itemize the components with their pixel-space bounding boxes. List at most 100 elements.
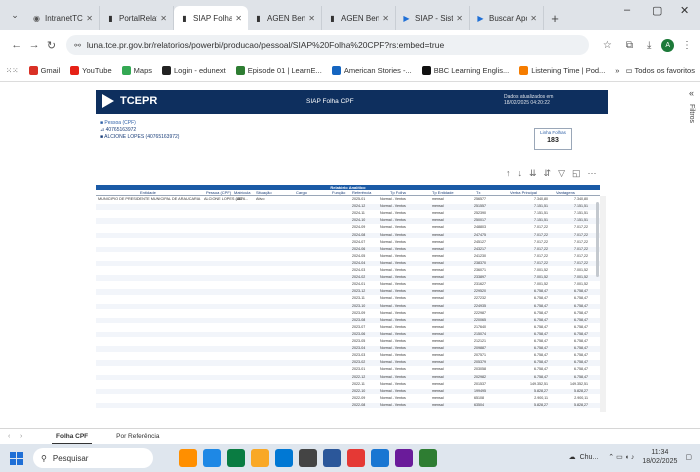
table-row[interactable]: 2024-08 Normal - Ventos mensal 247475 7.017,… xyxy=(96,232,600,239)
table-row[interactable]: 2023-02 Normal - Ventos mensal 205379 6.758,… xyxy=(96,360,600,366)
table-row[interactable]: 2024-01 Normal - Ventos mensal 231627 7.001,… xyxy=(96,282,600,288)
taskbar-app-icon[interactable] xyxy=(395,449,413,467)
table-row[interactable]: 2023-04 Normal - Ventos mensal 209887 6.758,… xyxy=(96,346,600,352)
taskbar-app-icon[interactable] xyxy=(419,449,437,467)
menu-icon[interactable]: ⋮ xyxy=(682,40,692,51)
browser-tab[interactable]: ▶ Buscar Aposent✕ xyxy=(470,6,544,30)
table-row[interactable]: 2022-10 Normal - Ventos mensal 199495 5.828,… xyxy=(96,388,600,395)
prev-page-icon[interactable]: ‹ xyxy=(8,433,20,440)
taskbar-app-icon[interactable] xyxy=(227,449,245,467)
col-tipo-entidade[interactable]: Tp Entidade xyxy=(432,190,454,195)
taskbar-app-icon[interactable] xyxy=(179,449,197,467)
focus-mode-icon[interactable]: ◱ xyxy=(572,168,581,179)
browser-tab[interactable]: ▶ SIAP - Sistema✕ xyxy=(396,6,470,30)
bookmarks-folder-icon[interactable]: ▭ Todos os favoritos xyxy=(625,66,695,75)
close-tab-icon[interactable]: ✕ xyxy=(530,14,537,23)
new-tab-button[interactable]: + xyxy=(544,6,566,30)
table-row[interactable]: 2023-05 Normal - Ventos mensal 212121 6.758,… xyxy=(96,339,600,345)
bookmark-item[interactable]: Gmail xyxy=(28,66,60,75)
col-verba[interactable]: Verba Principal xyxy=(510,190,537,195)
browser-tab[interactable]: ▮ PortalRelatório✕ xyxy=(100,6,174,30)
weather-icon[interactable]: ☁ xyxy=(569,453,576,461)
reload-icon[interactable]: ↻ xyxy=(43,39,60,52)
bookmark-item[interactable]: Login - edunext xyxy=(162,66,226,75)
taskbar-app-icon[interactable] xyxy=(323,449,341,467)
apps-grid-icon[interactable]: ⁙⁙ xyxy=(6,66,19,75)
expand-filters-icon[interactable]: « xyxy=(689,88,700,98)
bookmarks-more-icon[interactable]: » xyxy=(615,66,619,75)
col-referencia[interactable]: Referência xyxy=(352,190,371,195)
maximize-icon[interactable]: ▢ xyxy=(652,4,662,17)
person-filter-slicer[interactable]: ■ Pessoa (CPF) ⊿ 40765163972 ■ ALCIONE L… xyxy=(100,120,240,141)
table-row[interactable]: 2023-08 Normal - Ventos mensal 220065 6.758,… xyxy=(96,317,600,324)
col-matricula[interactable]: Matrícula xyxy=(234,190,250,195)
browser-tab[interactable]: ▮ AGEN Benefício✕ xyxy=(248,6,322,30)
taskbar-app-icon[interactable] xyxy=(275,449,293,467)
table-row[interactable]: 2024-02 Normal - Ventos mensal 233897 7.001,… xyxy=(96,275,600,281)
browser-tab[interactable]: ▮ AGEN Benefício✕ xyxy=(322,6,396,30)
table-row[interactable]: 2023-11 Normal - Ventos mensal 227232 6.758,… xyxy=(96,296,600,302)
more-options-icon[interactable]: ⋯ xyxy=(588,168,597,179)
next-page-icon[interactable]: › xyxy=(20,433,32,440)
taskbar-app-icon[interactable] xyxy=(203,449,221,467)
browser-tab[interactable]: ◉ IntranetTC ✕ xyxy=(26,6,100,30)
tab-search-icon[interactable]: ⌄ xyxy=(4,4,26,26)
cpf-filter-value[interactable]: ⊿ 40765163972 xyxy=(100,127,240,134)
name-filter-value[interactable]: ■ ALCIONE LOPES (40765163972) xyxy=(100,134,240,141)
taskbar-search[interactable]: ⚲ Pesquisar xyxy=(33,448,153,468)
table-row[interactable]: 2023-10 Normal - Ventos mensal 224935 6.758,… xyxy=(96,303,600,310)
table-row[interactable]: 2024-09 Normal - Ventos mensal 248803 7.017,… xyxy=(96,225,600,231)
page-tab-folha-cpf[interactable]: Folha CPF xyxy=(52,429,93,445)
col-tipo-folha[interactable]: Tp Folha xyxy=(390,190,406,195)
bookmark-item[interactable]: Listening Time | Pod... xyxy=(519,66,605,75)
col-entidade[interactable]: Entidade xyxy=(140,190,156,195)
close-tab-icon[interactable]: ✕ xyxy=(382,14,389,23)
table-row[interactable]: 2022-09 Normal - Ventos mensal 65108 2.900,1… xyxy=(96,396,600,402)
taskbar-app-icon[interactable] xyxy=(347,449,365,467)
filter-icon[interactable]: ▽ xyxy=(558,168,565,179)
taskbar-app-icon[interactable] xyxy=(299,449,317,467)
url-field[interactable]: ⚯ luna.tce.pr.gov.br/relatorios/powerbi/… xyxy=(66,35,589,55)
bookmark-star-icon[interactable]: ☆ xyxy=(603,40,612,51)
drill-down-icon[interactable]: ⇊ xyxy=(529,168,537,179)
close-tab-icon[interactable]: ✕ xyxy=(86,14,93,23)
tray-icons[interactable]: ⌃ ▭ ◖ ♪ xyxy=(608,453,634,461)
bookmark-item[interactable]: Episode 01 | LearnE... xyxy=(235,66,322,75)
taskbar-app-icon[interactable] xyxy=(371,449,389,467)
sort-up-icon[interactable]: ↑ xyxy=(506,168,511,179)
table-row[interactable]: 2024-05 Normal - Ventos mensal 241230 7.017,… xyxy=(96,254,600,260)
col-funcao[interactable]: Função xyxy=(332,190,345,195)
clock[interactable]: 11:34 18/02/2025 xyxy=(642,448,677,466)
notifications-icon[interactable]: ▢ xyxy=(685,453,692,461)
bookmark-item[interactable]: Maps xyxy=(121,66,152,75)
col-pessoa[interactable]: Pessoa (CPF) xyxy=(206,190,231,195)
bookmark-item[interactable]: American Stories -... xyxy=(331,66,412,75)
table-row[interactable]: 2023-09 Normal - Ventos mensal 222987 6.758,… xyxy=(96,311,600,317)
table-row[interactable]: 2023-12 Normal - Ventos mensal 229520 6.758,… xyxy=(96,289,600,295)
table-row[interactable]: 2024-07 Normal - Ventos mensal 245127 7.017,… xyxy=(96,240,600,246)
bookmark-item[interactable]: YouTube xyxy=(70,66,112,75)
weather-label[interactable]: Chu... xyxy=(580,454,599,461)
bookmark-item[interactable]: BBC Learning Englis... xyxy=(421,66,509,75)
table-scrollbar[interactable] xyxy=(596,202,599,277)
table-row[interactable]: 2024-03 Normal - Ventos mensal 236071 7.001,… xyxy=(96,268,600,274)
table-row[interactable]: 2024-12 Normal - Ventos mensal 251557 7.151,… xyxy=(96,204,600,210)
site-info-icon[interactable]: ⚯ xyxy=(74,41,81,50)
close-tab-icon[interactable]: ✕ xyxy=(235,14,242,23)
table-row[interactable]: 2023-01 Normal - Ventos mensal 203058 6.758,… xyxy=(96,367,600,373)
col-vantagens[interactable]: Vantagens xyxy=(556,190,575,195)
table-row[interactable]: 2023-06 Normal - Ventos mensal 215074 6.758,… xyxy=(96,331,600,338)
browser-tab[interactable]: ▮ SIAP Folha CPF✕ xyxy=(174,6,248,30)
close-tab-icon[interactable]: ✕ xyxy=(456,14,463,23)
back-icon[interactable]: ← xyxy=(8,39,25,51)
forward-icon[interactable]: → xyxy=(25,39,42,51)
filters-pane-collapsed[interactable]: « Filtros xyxy=(688,88,700,418)
expand-all-icon[interactable]: ⇵ xyxy=(544,168,552,179)
table-row[interactable]: 2024-11 Normal - Ventos mensal 252390 7.151,… xyxy=(96,211,600,217)
table-row[interactable]: 2023-07 Normal - Ventos mensal 217640 6.758,… xyxy=(96,325,600,331)
download-icon[interactable]: ⤓ xyxy=(647,40,651,51)
minimize-icon[interactable]: – xyxy=(624,4,630,16)
table-row[interactable]: 2024-10 Normal - Ventos mensal 250017 7.151,… xyxy=(96,218,600,224)
table-row[interactable]: 2022-08 Normal - Ventos mensal 63504 5.828,2… xyxy=(96,402,600,409)
table-row[interactable]: 2025-01 Normal - Ventos mensal 256577 7.340,… xyxy=(96,197,600,203)
